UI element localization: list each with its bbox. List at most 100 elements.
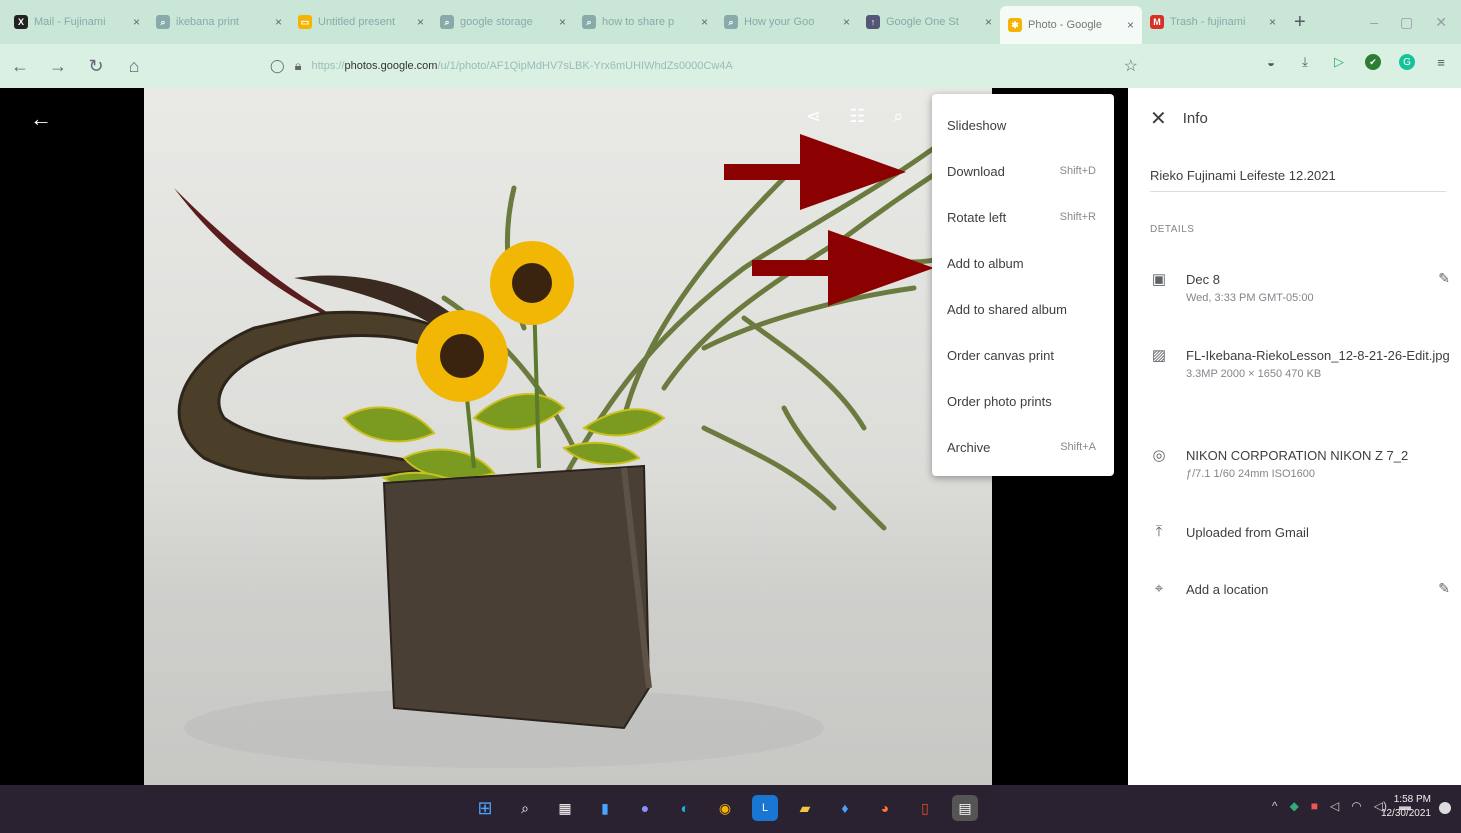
pocket-icon[interactable]: ◒	[1263, 54, 1279, 70]
reload-icon[interactable]: ↻	[86, 56, 106, 77]
adjust-icon[interactable]: ☷	[849, 106, 865, 127]
description-field[interactable]: Rieko Fujinami Leifeste 12.2021	[1150, 168, 1446, 192]
close-tab-icon[interactable]: ×	[1127, 18, 1134, 32]
close-tab-icon[interactable]: ×	[559, 15, 566, 29]
menu-item-rotate-left[interactable]: Rotate left Shift+R	[932, 194, 1114, 240]
tray-app-icon[interactable]: ◆	[1290, 799, 1299, 813]
browser-tab[interactable]: M Trash - fujinami ×	[1142, 5, 1284, 39]
browser-tab[interactable]: ✱ Photo - Google ×	[1000, 6, 1142, 44]
url-text[interactable]: https://photos.google.com/u/1/photo/AF1Q…	[311, 60, 732, 72]
date-row: ▣ Dec 8 Wed, 3:33 PM GMT-05:00 ✎	[1150, 270, 1450, 308]
photos-icon: ✱	[1008, 18, 1022, 32]
download-icon[interactable]: ⤓	[1297, 54, 1313, 70]
new-tab-button[interactable]: +	[1284, 11, 1316, 34]
app-l-icon[interactable]: L	[752, 795, 778, 821]
notification-icon[interactable]	[1439, 802, 1451, 814]
menu-item-archive[interactable]: Archive Shift+A	[932, 424, 1114, 470]
browser-tab[interactable]: ⌕ ikebana print ×	[148, 5, 290, 39]
camera-sub-text: ƒ/7.1 1/60 24mm ISO1600	[1186, 468, 1316, 480]
file-name-text: FL-Ikebana-RiekoLesson_12-8-21-26-Edit.j…	[1186, 348, 1450, 363]
close-tab-icon[interactable]: ×	[985, 15, 992, 29]
add-location-link[interactable]: Add a location	[1186, 580, 1420, 599]
more-options-menu: Slideshow Download Shift+D Rotate left Shift…	[932, 94, 1114, 476]
file-row: ▨ FL-Ikebana-RiekoLesson_12-8-21-26-Edit…	[1150, 346, 1450, 384]
gmail-icon: M	[1150, 15, 1164, 29]
date-sub-text: Wed, 3:33 PM GMT-05:00	[1186, 292, 1314, 304]
browser-tab[interactable]: ▭ Untitled present ×	[290, 5, 432, 39]
close-tab-icon[interactable]: ×	[275, 15, 282, 29]
menu-item-shortcut: Shift+R	[1059, 211, 1096, 223]
location-arrow-icon[interactable]: ◁	[1330, 799, 1339, 813]
clock[interactable]: 1:58 PM 12/30/2021	[1381, 793, 1431, 821]
info-title: Info	[1182, 110, 1208, 127]
chevron-up-icon[interactable]: ^	[1272, 799, 1278, 813]
chrome-icon[interactable]: ◉	[712, 795, 738, 821]
browser-tab[interactable]: ⌕ google storage ×	[432, 5, 574, 39]
upload-icon: ↑	[866, 15, 880, 29]
back-arrow-icon[interactable]: ←	[10, 56, 30, 77]
close-tab-icon[interactable]: ×	[843, 15, 850, 29]
tab-title: google storage	[460, 16, 533, 28]
clock-date: 12/30/2021	[1380, 808, 1431, 819]
browser-tab[interactable]: ⌕ How your Goo ×	[716, 5, 858, 39]
details-label: DETAILS	[1150, 224, 1195, 235]
grammarly-icon[interactable]: G	[1399, 54, 1415, 70]
widgets-icon[interactable]: ▮	[592, 795, 618, 821]
edit-location-icon[interactable]: ✎	[1438, 580, 1450, 599]
edge-icon[interactable]: ◐	[672, 795, 698, 821]
x-brand-icon: X	[14, 15, 28, 29]
maximize-icon[interactable]: ▢	[1400, 14, 1413, 31]
browser-tab[interactable]: X Mail - Fujinami ×	[6, 5, 148, 39]
tab-title: Trash - fujinami	[1170, 16, 1246, 28]
task-view-icon[interactable]: ▦	[552, 795, 578, 821]
menu-item-slideshow[interactable]: Slideshow	[932, 102, 1114, 148]
menu-item-label: Order canvas print	[947, 347, 1054, 363]
browser-tab[interactable]: ⌕ how to share p ×	[574, 5, 716, 39]
app-active-icon[interactable]: ▤	[952, 795, 978, 821]
share-icon[interactable]: ⋖	[806, 106, 821, 127]
menu-item-download[interactable]: Download Shift+D	[932, 148, 1114, 194]
slides-icon: ▭	[298, 15, 312, 29]
minimize-icon[interactable]: –	[1370, 14, 1378, 31]
home-icon[interactable]: ⌂	[124, 56, 144, 77]
close-tab-icon[interactable]: ×	[1269, 15, 1276, 29]
search-icon[interactable]: ⌕	[512, 795, 538, 821]
edit-date-icon[interactable]: ✎	[1438, 270, 1450, 308]
menu-item-order-photo-prints[interactable]: Order photo prints	[932, 378, 1114, 424]
security-icon[interactable]: ♦	[832, 795, 858, 821]
file-explorer-icon[interactable]: ▰	[792, 795, 818, 821]
zoom-icon[interactable]: ⌕	[893, 106, 903, 127]
close-window-icon[interactable]: ✕	[1435, 14, 1447, 31]
location-pin-icon: ⌖	[1154, 580, 1164, 597]
tab-title: ikebana print	[176, 16, 239, 28]
address-bar[interactable]: ◯ 🔒︎ https://photos.google.com/u/1/photo…	[262, 52, 1152, 80]
close-icon[interactable]: ✕	[1150, 106, 1167, 131]
chat-icon[interactable]: ●	[632, 795, 658, 821]
menu-item-label: Rotate left	[947, 209, 1007, 225]
office-icon[interactable]: ▯	[912, 795, 938, 821]
firefox-icon[interactable]: ◕	[872, 795, 898, 821]
toolbar-extensions: ◒ ⤓ ▷ ✔ G ≡	[1263, 54, 1449, 70]
start-icon[interactable]: ⊞	[472, 795, 498, 821]
menu-item-shortcut: Shift+D	[1059, 165, 1096, 177]
back-arrow-icon[interactable]: ←	[30, 106, 52, 132]
tab-title: Google One St	[886, 16, 959, 28]
shield-icon: ◯	[270, 58, 285, 73]
wifi-icon[interactable]: ◠	[1351, 799, 1361, 813]
menu-item-shortcut: Shift+A	[1060, 441, 1096, 453]
browser-tab[interactable]: ↑ Google One St ×	[858, 5, 1000, 39]
menu-item-order-canvas-print[interactable]: Order canvas print	[932, 332, 1114, 378]
close-tab-icon[interactable]: ×	[701, 15, 708, 29]
tray-app-icon[interactable]: ■	[1311, 799, 1318, 813]
menu-icon[interactable]: ≡	[1433, 54, 1449, 70]
annotation-arrow-download	[724, 134, 906, 210]
play-extension-icon[interactable]: ▷	[1331, 54, 1347, 70]
green-extension-icon[interactable]: ✔	[1365, 54, 1381, 70]
close-tab-icon[interactable]: ×	[133, 15, 140, 29]
menu-item-add-to-shared-album[interactable]: Add to shared album	[932, 286, 1114, 332]
forward-arrow-icon[interactable]: →	[48, 56, 68, 77]
window-controls: – ▢ ✕	[1370, 14, 1461, 31]
close-tab-icon[interactable]: ×	[417, 15, 424, 29]
menu-item-add-to-album[interactable]: Add to album	[932, 240, 1114, 286]
bookmark-star-icon[interactable]: ☆	[1124, 56, 1138, 76]
